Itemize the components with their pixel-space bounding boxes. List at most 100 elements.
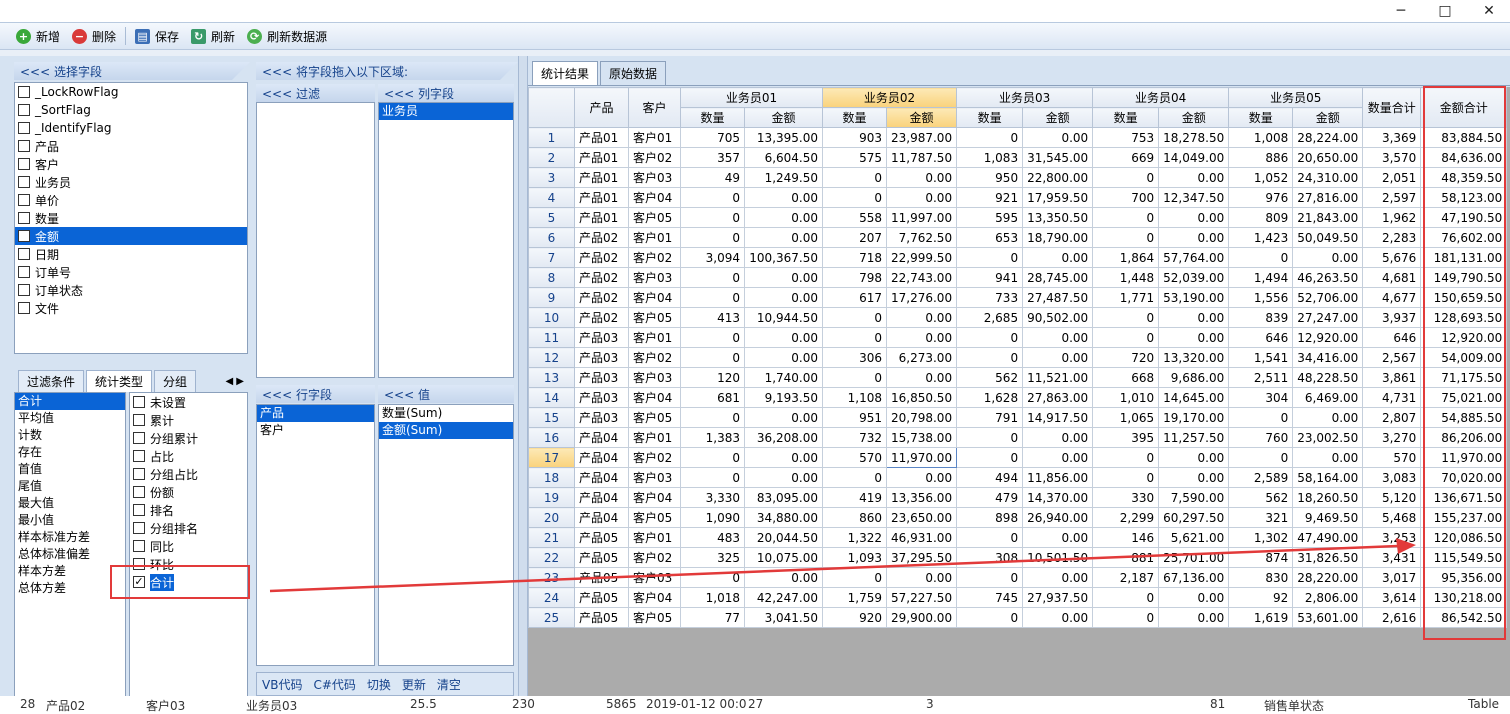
row-number[interactable]: 1 bbox=[528, 127, 575, 148]
checkbox[interactable] bbox=[18, 122, 30, 134]
table-row[interactable]: 20 产品04 客户05 1,090 34,880.00 860 23,650.00 898 2… bbox=[528, 507, 1508, 528]
row-number[interactable]: 16 bbox=[528, 427, 575, 448]
value-cell[interactable]: 2,283 bbox=[1362, 227, 1422, 248]
table-row[interactable]: 7 产品02 客户02 3,094 100,367.50 718 22,999.50 0 0.0… bbox=[528, 247, 1508, 268]
table-row[interactable]: 1 产品01 客户01 705 13,395.00 903 23,987.00 0 0.00 75… bbox=[528, 127, 1508, 148]
value-cell[interactable]: 0.00 bbox=[1022, 127, 1094, 148]
value-cell[interactable]: 357 bbox=[680, 147, 745, 168]
checkbox[interactable] bbox=[133, 558, 145, 570]
value-cell[interactable]: 3,330 bbox=[680, 487, 745, 508]
value-cell[interactable]: 7,590.00 bbox=[1158, 487, 1230, 508]
product-cell[interactable]: 产品03 bbox=[574, 327, 629, 348]
value-cell[interactable]: 3,937 bbox=[1362, 307, 1422, 328]
value-cell[interactable]: 5,676 bbox=[1362, 247, 1422, 268]
value-cell[interactable]: 951 bbox=[822, 407, 887, 428]
value-cell[interactable]: 37,295.50 bbox=[885, 547, 958, 568]
value-cell[interactable]: 13,395.00 bbox=[744, 127, 823, 148]
column-area[interactable]: 业务员 bbox=[378, 102, 514, 378]
value-cell[interactable]: 83,095.00 bbox=[744, 487, 823, 508]
value-cell[interactable]: 0.00 bbox=[1158, 467, 1230, 488]
checkbox[interactable] bbox=[18, 284, 30, 296]
table-row[interactable]: 18 产品04 客户03 0 0.00 0 0.00 494 11,856.00 0 0.00 2,5… bbox=[528, 467, 1508, 488]
checkbox[interactable] bbox=[133, 414, 145, 426]
value-cell[interactable]: 22,800.00 bbox=[1022, 167, 1094, 188]
table-row[interactable]: 22 产品05 客户02 325 10,075.00 1,093 37,295.50 308 1… bbox=[528, 547, 1508, 568]
value-cell[interactable]: 976 bbox=[1228, 187, 1294, 208]
table-row[interactable]: 10 产品02 客户05 413 10,944.50 0 0.00 2,685 90,502.0… bbox=[528, 307, 1508, 328]
value-cell[interactable]: 903 bbox=[822, 127, 887, 148]
value-field-item[interactable]: 数量(Sum) bbox=[379, 405, 513, 422]
value-cell[interactable]: 881 bbox=[1092, 547, 1160, 568]
customer-cell[interactable]: 客户03 bbox=[628, 567, 681, 588]
stat-type-item[interactable]: 尾值 bbox=[15, 478, 125, 495]
value-cell[interactable]: 13,356.00 bbox=[885, 487, 958, 508]
switch-button[interactable]: 切换 bbox=[367, 676, 391, 693]
value-cell[interactable]: 950 bbox=[956, 167, 1024, 188]
value-field-item[interactable]: 金额(Sum) bbox=[379, 422, 513, 439]
amount-total-cell[interactable]: 149,790.50 bbox=[1420, 267, 1508, 288]
value-cell[interactable]: 745 bbox=[956, 587, 1024, 608]
product-cell[interactable]: 产品02 bbox=[574, 247, 629, 268]
customer-cell[interactable]: 客户04 bbox=[628, 287, 681, 308]
value-cell[interactable]: 0 bbox=[680, 567, 745, 588]
checkbox[interactable] bbox=[18, 158, 30, 170]
value-cell[interactable]: 0.00 bbox=[744, 227, 823, 248]
value-cell[interactable]: 19,170.00 bbox=[1158, 407, 1230, 428]
amount-total-cell[interactable]: 115,549.50 bbox=[1420, 547, 1508, 568]
value-cell[interactable]: 570 bbox=[1362, 447, 1422, 468]
value-cell[interactable]: 0.00 bbox=[1158, 167, 1230, 188]
value-cell[interactable]: 321 bbox=[1228, 507, 1294, 528]
value-cell[interactable]: 1,322 bbox=[822, 527, 887, 548]
value-cell[interactable]: 921 bbox=[956, 187, 1024, 208]
product-cell[interactable]: 产品02 bbox=[574, 287, 629, 308]
amount-total-cell[interactable]: 181,131.00 bbox=[1420, 247, 1508, 268]
customer-cell[interactable]: 客户01 bbox=[628, 227, 681, 248]
amount-header[interactable]: 金额 bbox=[1292, 107, 1364, 128]
value-cell[interactable]: 14,049.00 bbox=[1158, 147, 1230, 168]
value-cell[interactable]: 2,511 bbox=[1228, 367, 1294, 388]
value-cell[interactable]: 0 bbox=[822, 467, 887, 488]
value-cell[interactable]: 3,570 bbox=[1362, 147, 1422, 168]
value-cell[interactable]: 1,740.00 bbox=[744, 367, 823, 388]
value-cell[interactable]: 52,706.00 bbox=[1292, 287, 1364, 308]
value-cell[interactable]: 0.00 bbox=[1022, 447, 1094, 468]
product-header[interactable]: 产品 bbox=[574, 87, 629, 128]
table-row[interactable]: 13 产品03 客户03 120 1,740.00 0 0.00 562 11,521.00 66… bbox=[528, 367, 1508, 388]
stat-type-item[interactable]: 平均值 bbox=[15, 410, 125, 427]
amount-total-cell[interactable]: 86,206.00 bbox=[1420, 427, 1508, 448]
value-cell[interactable]: 1,008 bbox=[1228, 127, 1294, 148]
value-cell[interactable]: 306 bbox=[822, 347, 887, 368]
row-number[interactable]: 6 bbox=[528, 227, 575, 248]
value-cell[interactable]: 753 bbox=[1092, 127, 1160, 148]
value-cell[interactable]: 0.00 bbox=[885, 167, 958, 188]
value-cell[interactable]: 0 bbox=[680, 467, 745, 488]
value-cell[interactable]: 646 bbox=[1362, 327, 1422, 348]
customer-cell[interactable]: 客户01 bbox=[628, 127, 681, 148]
customer-cell[interactable]: 客户01 bbox=[628, 427, 681, 448]
tab-raw-data[interactable]: 原始数据 bbox=[600, 61, 667, 85]
value-cell[interactable]: 1,093 bbox=[822, 547, 887, 568]
stat-option-item[interactable]: 分组占比 bbox=[130, 465, 247, 483]
value-cell[interactable]: 1,010 bbox=[1092, 387, 1160, 408]
checkbox[interactable] bbox=[133, 522, 145, 534]
product-cell[interactable]: 产品05 bbox=[574, 587, 629, 608]
value-cell[interactable]: 700 bbox=[1092, 187, 1160, 208]
value-cell[interactable]: 920 bbox=[822, 607, 887, 628]
customer-cell[interactable]: 客户05 bbox=[628, 307, 681, 328]
checkbox[interactable] bbox=[18, 104, 30, 116]
value-cell[interactable]: 0.00 bbox=[744, 567, 823, 588]
table-row[interactable]: 12 产品03 客户02 0 0.00 306 6,273.00 0 0.00 720 13,320… bbox=[528, 347, 1508, 368]
value-cell[interactable]: 20,650.00 bbox=[1292, 147, 1364, 168]
value-cell[interactable]: 0.00 bbox=[744, 207, 823, 228]
value-cell[interactable]: 0.00 bbox=[885, 307, 958, 328]
value-cell[interactable]: 11,257.50 bbox=[1158, 427, 1230, 448]
value-cell[interactable]: 720 bbox=[1092, 347, 1160, 368]
value-cell[interactable]: 0 bbox=[956, 427, 1024, 448]
value-cell[interactable]: 681 bbox=[680, 387, 745, 408]
value-cell[interactable]: 0.00 bbox=[885, 467, 958, 488]
value-cell[interactable]: 9,193.50 bbox=[744, 387, 823, 408]
checkbox[interactable] bbox=[133, 540, 145, 552]
stat-option-item[interactable]: 未设置 bbox=[130, 393, 247, 411]
value-cell[interactable]: 3,094 bbox=[680, 247, 745, 268]
customer-cell[interactable]: 客户01 bbox=[628, 327, 681, 348]
